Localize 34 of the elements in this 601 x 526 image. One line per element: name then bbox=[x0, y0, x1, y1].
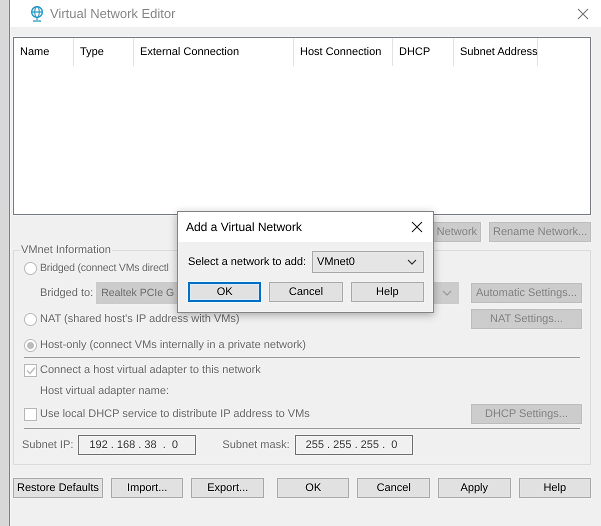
network-dropdown[interactable]: VMnet0 bbox=[312, 251, 424, 273]
group-title: VMnet Information bbox=[20, 244, 112, 256]
bridged-to-label: Bridged to: bbox=[40, 286, 94, 298]
column-header[interactable]: Name bbox=[14, 38, 74, 66]
close-icon[interactable] bbox=[411, 221, 423, 233]
checkbox-label: Connect a host virtual adapter to this network bbox=[40, 364, 261, 376]
footer-button[interactable]: Export... bbox=[191, 478, 264, 498]
checkbox-label: Use local DHCP service to distribute IP address to VMs bbox=[40, 408, 310, 420]
column-header[interactable]: Subnet Address bbox=[454, 38, 538, 66]
footer-button[interactable]: Cancel bbox=[357, 478, 430, 498]
dialog-button[interactable]: OK bbox=[188, 282, 262, 302]
globe-icon bbox=[30, 6, 44, 22]
column-header[interactable]: Type bbox=[74, 38, 134, 66]
footer-button[interactable]: OK bbox=[276, 478, 350, 498]
footer-button[interactable]: Help bbox=[518, 478, 592, 498]
field-label: Select a network to add: bbox=[188, 256, 308, 268]
caret-icon bbox=[442, 290, 452, 296]
column-header[interactable]: Host Connection bbox=[294, 38, 393, 66]
subnet-ip-label: Subnet IP: bbox=[22, 438, 74, 450]
window-title: Virtual Network Editor bbox=[50, 6, 176, 21]
dialog-button[interactable]: Help bbox=[350, 282, 424, 302]
radio-label: Host-only (connect VMs internally in a private network) bbox=[40, 339, 306, 351]
footer-button[interactable]: Import... bbox=[110, 478, 184, 498]
subnet-mask-label: Subnet mask: bbox=[222, 438, 290, 450]
adapter-name-label: Host virtual adapter name: bbox=[40, 385, 170, 397]
footer-button[interactable]: Restore Defaults bbox=[13, 478, 103, 498]
radio-label: NAT (shared host's IP address with VMs) bbox=[40, 313, 240, 325]
column-header[interactable]: External Connection bbox=[134, 38, 294, 66]
dialog-title: Add a Virtual Network bbox=[186, 220, 303, 234]
dialog-button[interactable]: Cancel bbox=[269, 282, 343, 302]
radio-label: Bridged (connect VMs directl bbox=[40, 262, 169, 274]
column-header[interactable]: DHCP bbox=[393, 38, 454, 66]
footer-button[interactable]: Apply bbox=[438, 478, 511, 498]
caret-icon bbox=[407, 259, 417, 265]
